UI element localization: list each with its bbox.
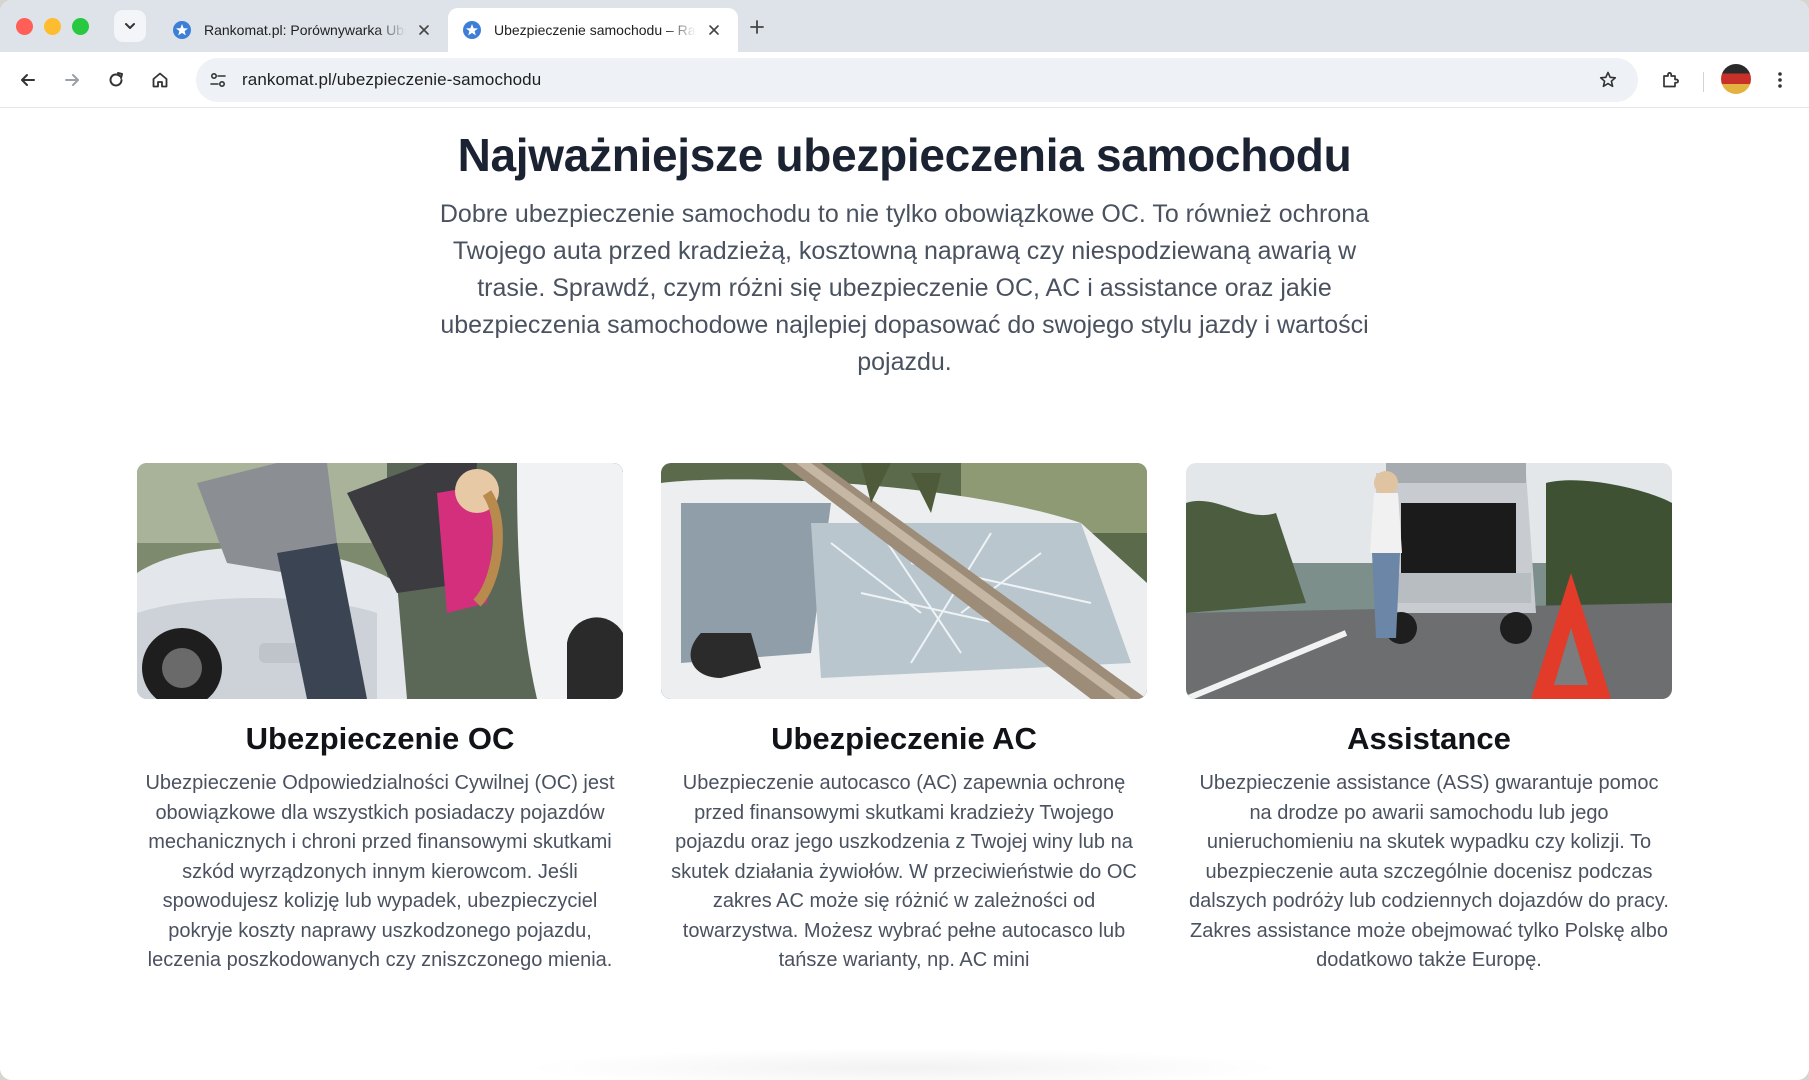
tab-title: Ubezpieczenie samochodu – Rankomat xyxy=(494,22,696,38)
bookmark-star-icon[interactable] xyxy=(1592,64,1624,96)
card-text: Ubezpieczenie Odpowiedzialności Cywilnej… xyxy=(145,772,615,971)
browser-menu-button[interactable] xyxy=(1764,64,1796,96)
ac-photo xyxy=(661,463,1147,699)
reload-icon xyxy=(109,72,123,87)
card-title: Ubezpieczenie AC xyxy=(771,721,1037,756)
back-button[interactable] xyxy=(12,64,44,96)
tab-ubezpieczenie-samochodu[interactable]: Ubezpieczenie samochodu – Rankomat xyxy=(448,8,738,52)
rankomat-star-icon xyxy=(462,20,482,40)
plus-icon xyxy=(750,20,764,34)
forward-button[interactable] xyxy=(56,64,88,96)
card-title: Assistance xyxy=(1347,721,1511,756)
profile-avatar[interactable] xyxy=(1721,64,1751,94)
minimize-window-button[interactable] xyxy=(44,18,61,35)
card-oc: Ubezpieczenie OC Ubezpieczenie Odpowiedz… xyxy=(137,463,623,976)
home-icon xyxy=(152,72,168,88)
lead-paragraph: Dobre ubezpieczenie samochodu to nie tyl… xyxy=(439,200,1370,376)
rankomat-star-icon xyxy=(172,20,192,40)
extensions-button[interactable] xyxy=(1654,64,1686,96)
assistance-photo xyxy=(1186,463,1672,699)
card-assistance: Assistance Ubezpieczenie assistance (ASS… xyxy=(1186,463,1672,976)
reload-button[interactable] xyxy=(100,64,132,96)
tab-title: Rankomat.pl: Porównywarka Ubezpieczeń xyxy=(204,22,406,38)
more-vert-icon xyxy=(1778,72,1782,88)
card-text: Ubezpieczenie assistance (ASS) gwarantuj… xyxy=(1189,772,1669,971)
home-button[interactable] xyxy=(144,64,176,96)
arrow-right-icon xyxy=(65,74,79,86)
tab-search-button[interactable] xyxy=(114,10,146,42)
close-window-button[interactable] xyxy=(16,18,33,35)
address-bar[interactable]: rankomat.pl/ubezpieczenie-samochodu xyxy=(196,58,1638,102)
toolbar-divider xyxy=(1703,72,1704,92)
card-title: Ubezpieczenie OC xyxy=(245,721,515,756)
page-content: Najważniejsze ubezpieczenia samochodu Do… xyxy=(0,108,1809,1080)
card-ac: Ubezpieczenie AC Ubezpieczenie autocasco… xyxy=(661,463,1147,976)
tab-rankomat-home[interactable]: Rankomat.pl: Porównywarka Ubezpieczeń xyxy=(158,8,448,52)
card-text: Ubezpieczenie autocasco (AC) zapewnia oc… xyxy=(671,772,1137,971)
url-domain: rankomat.pl xyxy=(242,70,332,89)
url-text: rankomat.pl/ubezpieczenie-samochodu xyxy=(242,70,541,90)
section-shadow xyxy=(520,1048,1290,1080)
puzzle-icon xyxy=(1663,72,1679,88)
tab-strip: Rankomat.pl: Porównywarka Ubezpieczeń Ub… xyxy=(0,0,1809,52)
close-tab-icon[interactable] xyxy=(704,20,724,40)
new-tab-button[interactable] xyxy=(742,12,772,42)
oc-photo xyxy=(137,463,623,699)
browser-window: Rankomat.pl: Porównywarka Ubezpieczeń Ub… xyxy=(0,0,1809,1080)
browser-toolbar: rankomat.pl/ubezpieczenie-samochodu xyxy=(0,52,1809,108)
page-heading: Najważniejsze ubezpieczenia samochodu xyxy=(457,129,1352,181)
close-tab-icon[interactable] xyxy=(414,20,434,40)
arrow-left-icon xyxy=(21,74,35,86)
url-path: /ubezpieczenie-samochodu xyxy=(331,70,542,89)
maximize-window-button[interactable] xyxy=(72,18,89,35)
site-info-icon[interactable] xyxy=(202,64,234,96)
chevron-down-icon xyxy=(125,23,135,29)
